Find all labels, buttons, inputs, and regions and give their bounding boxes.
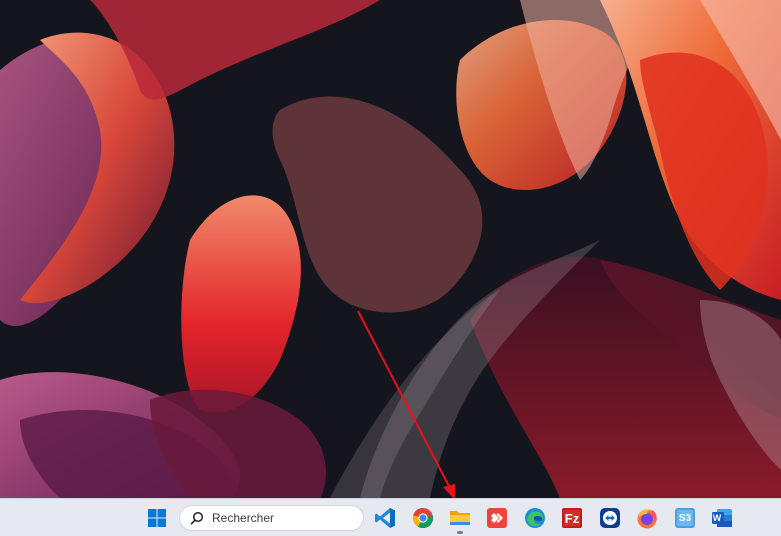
search-icon — [190, 511, 204, 525]
taskbar-app-s3[interactable]: S3 — [670, 503, 700, 533]
taskbar-app-file-explorer[interactable] — [445, 503, 475, 534]
taskbar-app-edge[interactable] — [520, 503, 550, 533]
anydesk-icon — [487, 508, 507, 528]
taskbar-app-firefox[interactable] — [632, 503, 662, 533]
desktop — [0, 0, 781, 498]
taskbar-app-vscode[interactable] — [370, 503, 400, 533]
taskbar-app-filezilla[interactable]: Fz — [557, 503, 587, 533]
firefox-icon — [637, 509, 657, 529]
filezilla-icon: Fz — [562, 508, 582, 528]
teamviewer-icon — [600, 508, 620, 528]
s3-label: S3 — [678, 512, 692, 524]
folder-icon — [450, 511, 470, 525]
wallpaper — [0, 0, 781, 498]
taskbar: Fz S3 W — [0, 498, 781, 536]
start-button[interactable] — [142, 503, 172, 533]
chrome-icon — [413, 508, 434, 529]
edge-icon — [525, 508, 545, 528]
search-input[interactable] — [212, 511, 352, 525]
taskbar-app-teamviewer[interactable] — [595, 503, 625, 533]
vscode-icon — [375, 508, 395, 528]
svg-text:Fz: Fz — [565, 511, 580, 526]
word-label: W — [712, 513, 722, 523]
running-indicator — [457, 531, 463, 534]
windows-logo-icon — [148, 509, 166, 527]
taskbar-app-word[interactable]: W — [707, 503, 737, 533]
taskbar-app-chrome[interactable] — [408, 503, 438, 533]
search-box[interactable] — [179, 505, 364, 531]
taskbar-app-anydesk[interactable] — [482, 503, 512, 533]
